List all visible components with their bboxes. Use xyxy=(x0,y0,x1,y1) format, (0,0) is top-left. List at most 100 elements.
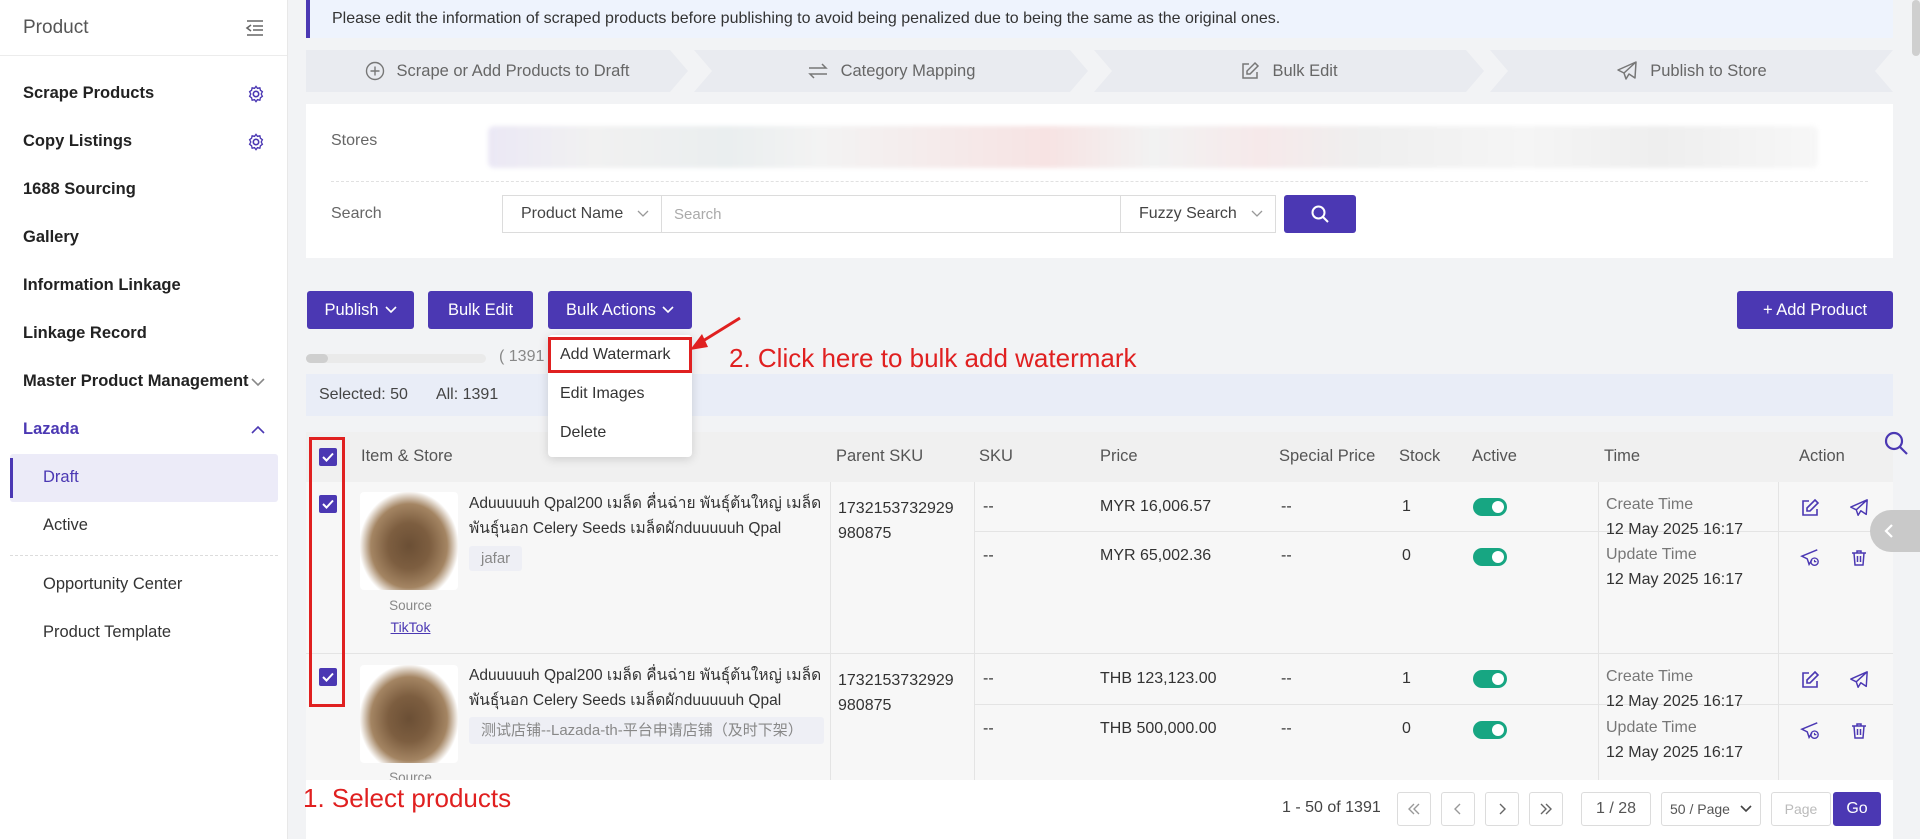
create-time: 12 May 2025 16:17 xyxy=(1606,693,1743,710)
current-page: 1 / 28 xyxy=(1581,792,1651,826)
header-price: Price xyxy=(1100,447,1138,465)
search-field-select[interactable]: Product Name xyxy=(502,195,662,233)
page-jump-input[interactable]: Page xyxy=(1771,792,1831,826)
side-panel-toggle[interactable] xyxy=(1870,510,1920,552)
progress-fill xyxy=(306,354,328,363)
publish-icon[interactable] xyxy=(1849,670,1869,690)
go-button[interactable]: Go xyxy=(1833,792,1881,826)
pagination: 1 - 50 of 1391 1 / 28 50 / Page Page Go xyxy=(306,780,1893,839)
sidebar-header: Product xyxy=(0,0,287,56)
update-time-label: Update Time xyxy=(1606,546,1697,563)
next-page-button[interactable] xyxy=(1485,792,1519,826)
collapse-menu-icon[interactable] xyxy=(245,19,265,37)
table-header: Item & Store Parent SKU SKU Price Specia… xyxy=(306,432,1893,482)
search-input[interactable]: Search xyxy=(662,195,1120,233)
sidebar-item-opportunity-center[interactable]: Opportunity Center xyxy=(43,575,265,594)
search-button[interactable] xyxy=(1284,195,1356,233)
sidebar-item-linkage-record[interactable]: Linkage Record xyxy=(23,324,265,343)
variant-stock: 0 xyxy=(1402,547,1411,564)
progress-count: ( 1391 xyxy=(499,348,545,365)
variant-stock: 0 xyxy=(1402,720,1411,737)
sidebar-item-master-product-management[interactable]: Master Product Management xyxy=(23,372,265,391)
product-thumbnail[interactable] xyxy=(360,492,458,590)
scrollbar[interactable] xyxy=(1912,0,1920,56)
stores-list-blurred[interactable] xyxy=(488,126,1818,168)
gear-icon[interactable] xyxy=(247,132,265,151)
active-toggle[interactable] xyxy=(1473,670,1507,688)
double-chevron-left-icon xyxy=(1408,803,1420,815)
edit-icon xyxy=(1242,61,1260,79)
swap-arrows-icon xyxy=(807,63,828,79)
sidebar-item-scrape-products[interactable]: Scrape Products xyxy=(23,84,265,103)
last-page-button[interactable] xyxy=(1529,792,1563,826)
prev-page-button[interactable] xyxy=(1441,792,1475,826)
pagination-summary: 1 - 50 of 1391 xyxy=(1282,799,1381,816)
sidebar-item-active[interactable]: Active xyxy=(43,516,265,535)
schedule-publish-icon[interactable] xyxy=(1800,721,1820,741)
search-placeholder: Search xyxy=(674,205,722,223)
sidebar-item-gallery[interactable]: Gallery xyxy=(23,228,265,247)
search-mode-select[interactable]: Fuzzy Search xyxy=(1120,195,1276,233)
variant-sku: -- xyxy=(983,547,994,564)
selected-count: Selected: 50 xyxy=(319,386,408,403)
variant-special-price: -- xyxy=(1281,670,1292,687)
double-chevron-right-icon xyxy=(1540,803,1552,815)
per-page-value: 50 / Page xyxy=(1670,801,1730,817)
source-link[interactable]: TikTok xyxy=(368,619,453,635)
publish-button[interactable]: Publish xyxy=(307,291,414,329)
annotation-arrow xyxy=(690,316,741,350)
variant-price: THB 123,123.00 xyxy=(1100,670,1217,687)
variant-price: THB 500,000.00 xyxy=(1100,720,1217,737)
publish-icon[interactable] xyxy=(1849,498,1869,518)
chevron-down-icon xyxy=(1740,805,1752,813)
delete-icon[interactable] xyxy=(1849,548,1869,568)
chevron-down-icon xyxy=(251,377,265,386)
per-page-select[interactable]: 50 / Page xyxy=(1661,792,1761,826)
annotation-step1: 1. Select products xyxy=(303,783,512,813)
menu-item-delete[interactable]: Delete xyxy=(560,424,606,442)
delete-icon[interactable] xyxy=(1849,721,1869,741)
menu-item-edit-images[interactable]: Edit Images xyxy=(560,385,644,403)
table-row: Aduuuuuh Qpal200 เมล็ด คื่นฉ่าย พันธุ์ต้… xyxy=(306,654,1893,780)
chevron-up-icon xyxy=(251,425,265,434)
source-label: Source xyxy=(389,598,432,613)
gear-icon[interactable] xyxy=(247,84,265,103)
variant-divider xyxy=(975,704,1893,705)
step-scrape: Scrape or Add Products to Draft xyxy=(306,50,688,92)
search-icon[interactable] xyxy=(1883,430,1909,456)
sidebar-item-label: Gallery xyxy=(23,228,79,246)
active-toggle[interactable] xyxy=(1473,721,1507,739)
variant-sku: -- xyxy=(983,670,994,687)
sidebar-item-information-linkage[interactable]: Information Linkage xyxy=(23,276,265,295)
variant-sku: -- xyxy=(983,720,994,737)
workflow-steps: Scrape or Add Products to Draft Category… xyxy=(306,50,1893,92)
sidebar-item-label: Lazada xyxy=(23,420,79,438)
product-name[interactable]: Aduuuuuh Qpal200 เมล็ด คื่นฉ่าย พันธุ์ต้… xyxy=(469,663,824,713)
bulk-actions-button[interactable]: Bulk Actions xyxy=(548,291,692,329)
sidebar-item-label: Active xyxy=(43,516,88,534)
variant-price: MYR 16,006.57 xyxy=(1100,498,1212,515)
sidebar-item-product-template[interactable]: Product Template xyxy=(43,623,265,642)
chevron-down-icon xyxy=(662,306,674,314)
bulk-edit-button[interactable]: Bulk Edit xyxy=(428,291,533,329)
product-thumbnail[interactable] xyxy=(360,665,458,763)
sidebar-item-1688-sourcing[interactable]: 1688 Sourcing xyxy=(23,180,265,199)
edit-icon[interactable] xyxy=(1800,670,1820,690)
schedule-publish-icon[interactable] xyxy=(1800,548,1820,568)
product-name[interactable]: Aduuuuuh Qpal200 เมล็ด คื่นฉ่าย พันธุ์ต้… xyxy=(469,491,824,541)
sidebar-divider xyxy=(10,555,278,556)
sidebar-item-lazada[interactable]: Lazada xyxy=(23,420,265,439)
edit-icon[interactable] xyxy=(1800,498,1820,518)
highlight-add-watermark xyxy=(548,337,692,373)
sidebar-item-copy-listings[interactable]: Copy Listings xyxy=(23,132,265,151)
page-jump-placeholder: Page xyxy=(1784,801,1818,817)
add-product-button[interactable]: + Add Product xyxy=(1737,291,1893,329)
sidebar-item-draft[interactable]: Draft xyxy=(43,468,265,487)
col-divider xyxy=(1778,482,1779,653)
parent-sku: 1732153732929 980875 xyxy=(838,672,954,714)
stores-label: Stores xyxy=(331,132,378,149)
active-toggle[interactable] xyxy=(1473,498,1507,516)
notice-banner: Please edit the information of scraped p… xyxy=(306,0,1893,38)
first-page-button[interactable] xyxy=(1397,792,1431,826)
active-toggle[interactable] xyxy=(1473,548,1507,566)
